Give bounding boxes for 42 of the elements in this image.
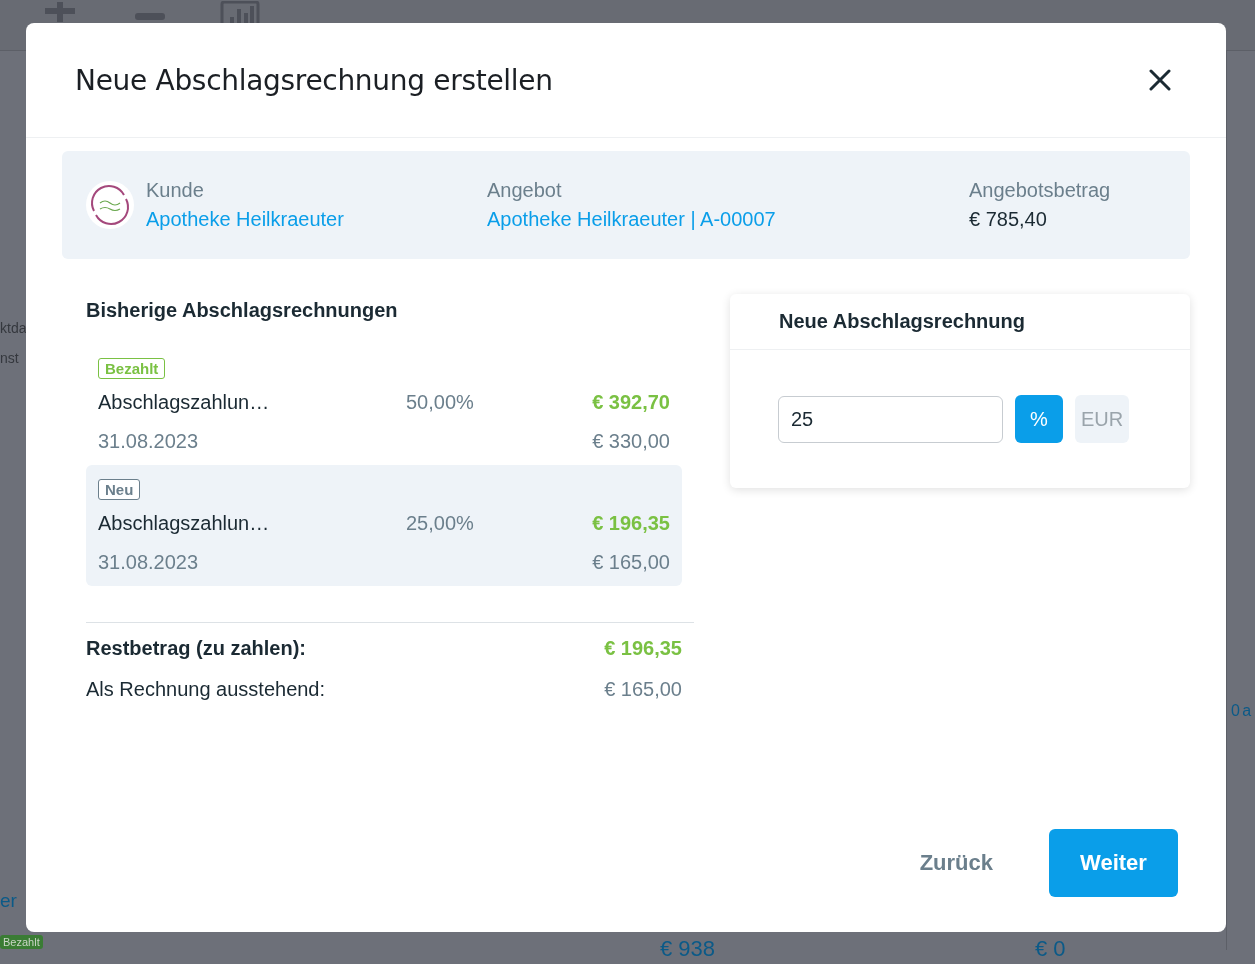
status-badge: Neu (98, 479, 141, 500)
invoice-name: Abschlagszahlun… (98, 512, 271, 535)
info-label: Angebotsbetrag (969, 179, 1111, 202)
invoice-date: 31.08.2023 (98, 430, 199, 453)
summary-value: € 165,00 (604, 678, 682, 701)
invoice-percent: 50,00% (406, 391, 475, 414)
background-text: nst (0, 350, 20, 366)
info-label: Kunde (146, 179, 205, 202)
summary-value: € 196,35 (604, 637, 682, 660)
info-label: Angebot (487, 179, 563, 202)
info-link[interactable]: Apotheke Heilkraeuter (146, 208, 487, 231)
invoice-amount: € 392,70 (591, 391, 670, 414)
background-text: 0 a (1231, 702, 1251, 720)
bar-chart-icon[interactable] (220, 1, 260, 23)
plus-icon[interactable] (45, 2, 75, 22)
invoice-percent: 25,00% (406, 512, 475, 535)
invoice-date: 31.08.2023 (98, 551, 199, 574)
section-heading: Bisherige Abschlagsrechnungen (86, 299, 399, 322)
background-text: ktda (0, 320, 26, 336)
dialog-title: Neue Abschlagsrechnung erstellen (75, 63, 553, 97)
close-icon[interactable] (1149, 69, 1171, 91)
status-badge: Bezahlt (98, 358, 166, 379)
next-button[interactable]: Weiter (1049, 829, 1178, 897)
info-link[interactable]: Apotheke Heilkraeuter | A-00007 (487, 208, 969, 231)
back-button[interactable]: Zurück (913, 849, 999, 877)
invoice-net-amount: € 165,00 (592, 551, 670, 574)
background-amount: € 0 (1035, 936, 1066, 962)
info-value: € 785,40 (969, 208, 1048, 231)
invoice-net-amount: € 330,00 (592, 430, 670, 453)
status-badge: Bezahlt (0, 935, 43, 949)
summary-label: Als Rechnung ausstehend: (86, 678, 326, 701)
unit-toggle[interactable]: EUR (1075, 395, 1130, 443)
background-link[interactable]: er (0, 890, 17, 912)
unit-toggle[interactable]: % (1015, 395, 1063, 443)
card-title: Neue Abschlagsrechnung (779, 310, 1025, 333)
logo-icon (86, 181, 134, 229)
summary-label: Restbetrag (zu zahlen): (86, 637, 307, 660)
background-amount: € 938 (660, 936, 716, 962)
invoice-amount: € 196,35 (591, 512, 670, 535)
amount-input[interactable]: 25 (778, 395, 1003, 443)
invoice-name: Abschlagszahlun… (98, 391, 271, 414)
minus-icon[interactable] (135, 13, 165, 21)
